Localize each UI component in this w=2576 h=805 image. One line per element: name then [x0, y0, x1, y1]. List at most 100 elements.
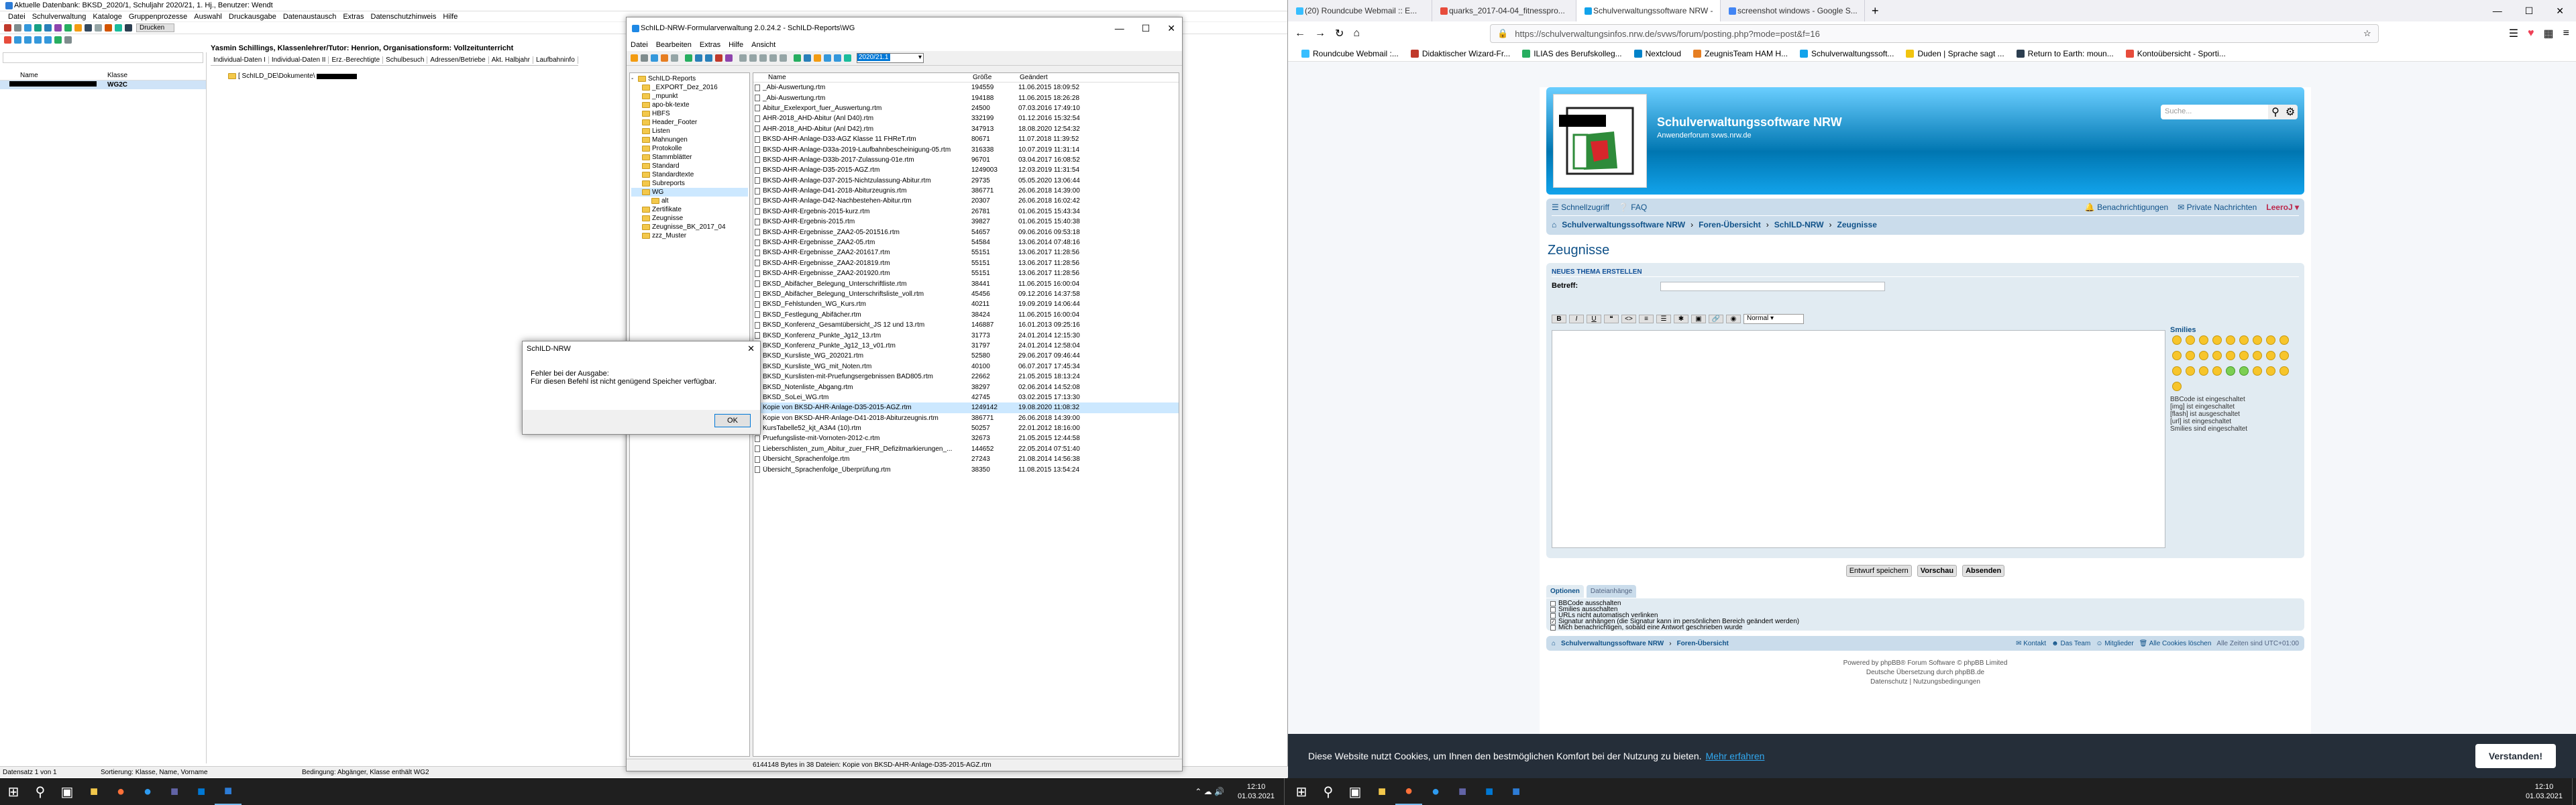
last-record-icon[interactable]	[44, 36, 52, 44]
checkbox[interactable]	[1550, 606, 1556, 612]
tree-folder-alt[interactable]: alt	[631, 197, 748, 205]
file-row[interactable]: BKSD-AHR-Ergebnisse_ZAA2-201819.rtm 55151…	[753, 258, 1179, 268]
smiley-icon[interactable]	[2253, 366, 2262, 376]
file-row[interactable]: BKSD_SoLei_WG.rtm 42745 03.02.2015 17:13:3…	[753, 392, 1179, 402]
privacy-links[interactable]: Datenschutz | Nutzungsbedingungen	[1540, 678, 2311, 687]
smiley-icon[interactable]	[2172, 351, 2182, 360]
file-row[interactable]: BKSD-AHR-Ergebnisse_ZAA2-05-201516.rtm 54…	[753, 227, 1179, 237]
file-row[interactable]: BKSD-AHR-Anlage-D41-2018-Abiturzeugnis.r…	[753, 186, 1179, 196]
firefox-icon[interactable]: ●	[1395, 778, 1422, 805]
clock[interactable]: 12:10 01.03.2021	[1228, 782, 1284, 801]
file-row[interactable]: BKSD-AHR-Ergebnisse_ZAA2-201920.rtm 55151…	[753, 268, 1179, 278]
col-class[interactable]: Klasse	[107, 72, 127, 79]
file-row[interactable]: KursTabelle52_kjt_A3A4 (10).rtm 50257 22.0…	[753, 423, 1179, 433]
file-row[interactable]: Kopie von BKSD-AHR-Anlage-D35-2015-AGZ.r…	[753, 402, 1179, 413]
file-row[interactable]: BKSD-AHR-Ergebnis-2015.rtm 39827 01.06.201…	[753, 217, 1179, 227]
export-icon[interactable]	[115, 24, 122, 32]
year-select[interactable]: 2020/21.1 ▾	[857, 53, 924, 63]
file-row[interactable]: BKSD_Kursliste_WG_202021.rtm 52580 29.06.2…	[753, 351, 1179, 361]
smiley-icon[interactable]	[2186, 351, 2195, 360]
file-row[interactable]: BKSD_Fehlstunden_WG_Kurs.rtm 40211 19.09.2…	[753, 299, 1179, 309]
menu-kataloge[interactable]: Kataloge	[93, 13, 121, 21]
menu-schulverwaltung[interactable]: Schulverwaltung	[32, 13, 87, 21]
tree-folder-standard[interactable]: Standard	[631, 162, 748, 170]
tab-attachments[interactable]: Dateianhänge	[1586, 585, 1637, 598]
file-row[interactable]: BKSD_Kurslisten-mit-Pruefungsergebnissen…	[753, 372, 1179, 382]
smiley-icon[interactable]	[2279, 335, 2289, 345]
view-tree-icon[interactable]	[824, 54, 831, 62]
close-icon[interactable]: ✕	[1167, 23, 1175, 34]
group-icon[interactable]	[54, 24, 62, 32]
bold-icon[interactable]: B	[1552, 315, 1566, 323]
tab-laufbahninfo[interactable]: Laufbahninfo	[533, 56, 578, 64]
smiley-icon[interactable]	[2212, 351, 2222, 360]
smiley-icon[interactable]	[2279, 366, 2289, 376]
breadcrumb-item[interactable]: Schulverwaltungssoftware NRW	[1562, 220, 1685, 229]
view-grid-icon[interactable]	[834, 54, 841, 62]
schild-task-icon[interactable]: ■	[215, 778, 241, 805]
view-details-icon[interactable]	[814, 54, 821, 62]
refresh-icon[interactable]	[794, 54, 801, 62]
menu-hilfe[interactable]: Hilfe	[729, 41, 743, 49]
smiley-icon[interactable]	[2239, 366, 2249, 376]
tab-individual-2[interactable]: Individual-Daten II	[269, 56, 329, 64]
bookmark-star-icon[interactable]: ☆	[2363, 28, 2378, 39]
rename-icon[interactable]	[725, 54, 733, 62]
smiley-icon[interactable]	[2279, 351, 2289, 360]
outlook-icon[interactable]: ■	[1476, 778, 1503, 805]
menu-gruppenprozesse[interactable]: Gruppenprozesse	[129, 13, 187, 21]
smiley-icon[interactable]	[2172, 382, 2182, 391]
pocket-icon[interactable]: ♥	[2528, 28, 2534, 40]
close-icon[interactable]	[4, 24, 11, 32]
menu-datei[interactable]: Datei	[631, 41, 648, 49]
faq-link[interactable]: ❔ FAQ	[1619, 203, 1647, 212]
col-name[interactable]: Name	[755, 74, 973, 81]
schild-task-icon[interactable]: ■	[1503, 778, 1529, 805]
save-icon[interactable]	[651, 54, 658, 62]
tree-folder-stammbl-tter[interactable]: Stammblätter	[631, 153, 748, 162]
file-row[interactable]: _Abi-Auswertung.rtm 194188 11.06.2015 18:2…	[753, 93, 1179, 103]
link-icon[interactable]	[749, 54, 757, 62]
star-icon[interactable]	[74, 24, 82, 32]
contact-link[interactable]: ✉ Kontakt	[2016, 640, 2046, 647]
tab-adressen[interactable]: Adressen/Betriebe	[427, 56, 489, 64]
checkbox[interactable]	[1550, 600, 1556, 606]
new-icon[interactable]	[685, 54, 692, 62]
checkbox[interactable]	[1550, 612, 1556, 619]
list-icon[interactable]: ≡	[1639, 315, 1654, 323]
back-icon[interactable]: ←	[1295, 28, 1305, 40]
italic-icon[interactable]: I	[1569, 315, 1584, 323]
menu-datenschutz[interactable]: Datenschutzhinweis	[371, 13, 437, 21]
tree-folder--mpunkt[interactable]: _mpunkt	[631, 92, 748, 101]
outlook-icon[interactable]: ■	[188, 778, 215, 805]
option-checkbox-row[interactable]: Smilies ausschalten	[1550, 606, 2300, 613]
tree-folder-listen[interactable]: Listen	[631, 127, 748, 136]
bookmark-item[interactable]: Return to Earth: moun...	[2016, 49, 2114, 58]
bookmark-item[interactable]: Roundcube Webmail :...	[1301, 49, 1399, 58]
file-row[interactable]: BKSD-AHR-Anlage-D33a-2019-Laufbahnbesche…	[753, 144, 1179, 154]
smiley-icon[interactable]	[2172, 366, 2182, 376]
menu-ansicht[interactable]: Ansicht	[751, 41, 775, 49]
smiley-icon[interactable]	[2172, 335, 2182, 345]
user-menu[interactable]: LeeroJ ▾	[2266, 203, 2299, 212]
tree-folder-zeugnisse-bk-2017-04[interactable]: Zeugnisse_BK_2017_04	[631, 223, 748, 231]
file-row[interactable]: Pruefungsliste-mit-Vornoten-2012-c.rtm 32…	[753, 433, 1179, 443]
check-icon[interactable]	[759, 54, 767, 62]
menu-auswahl[interactable]: Auswahl	[194, 13, 222, 21]
first-record-icon[interactable]	[14, 36, 21, 44]
search-icon[interactable]: ⚲	[2268, 105, 2283, 119]
cookie-accept-button[interactable]: Verstanden!	[2475, 744, 2556, 768]
link-icon[interactable]: 🔗	[1709, 315, 1723, 323]
clock[interactable]: 12:10 01.03.2021	[2516, 782, 2572, 801]
file-row[interactable]: BKSD_Konferenz_Punkte_Jg12_13.rtm 31773 24…	[753, 330, 1179, 340]
new-tab-icon[interactable]: +	[1865, 4, 1886, 18]
tab-erz-berechtigte[interactable]: Erz.-Berechtigte	[329, 56, 384, 64]
edge-icon[interactable]: ●	[1422, 778, 1449, 805]
quicklinks-link[interactable]: ☰ Schnellzugriff	[1552, 203, 1609, 212]
file-row[interactable]: BKSD_Abifächer_Belegung_Unterschriftslis…	[753, 289, 1179, 299]
ok-button[interactable]: OK	[714, 414, 751, 427]
site-logo[interactable]	[1553, 94, 1647, 188]
menu-extras[interactable]: Extras	[700, 41, 720, 49]
notifications-link[interactable]: 🔔 Benachrichtigungen	[2085, 203, 2168, 212]
extensions-icon[interactable]: ▦	[2544, 27, 2554, 40]
